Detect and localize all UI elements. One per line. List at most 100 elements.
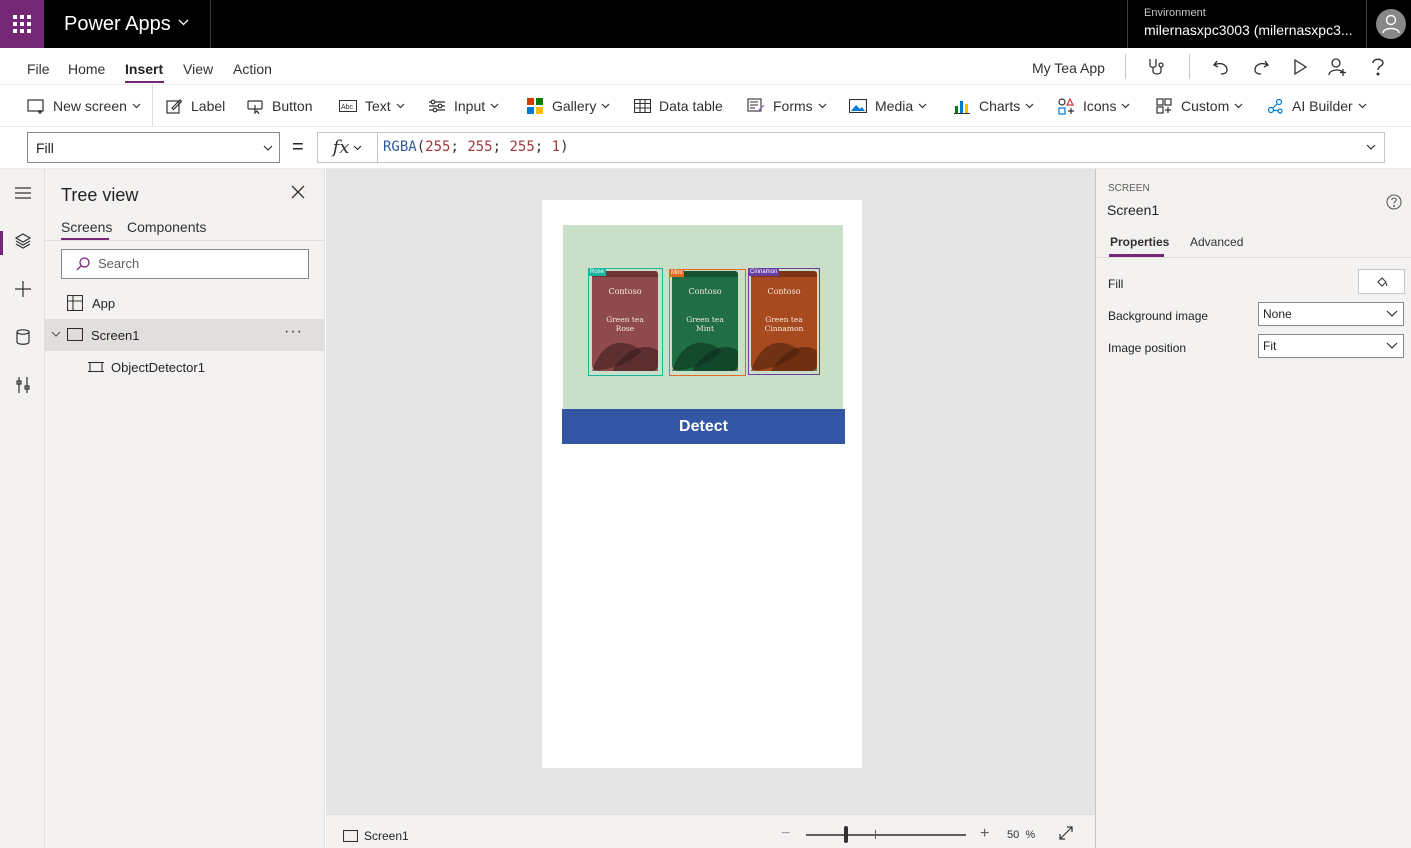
properties-pane: SCREEN Screen1 Properties Advanced Fill … bbox=[1095, 169, 1411, 848]
app-icon bbox=[67, 295, 83, 311]
fill-color-picker[interactable] bbox=[1358, 269, 1405, 294]
formula-arg-blue: 255 bbox=[509, 139, 535, 155]
zoom-slider-thumb[interactable] bbox=[844, 826, 848, 843]
redo-icon[interactable] bbox=[1249, 55, 1273, 79]
image-position-dropdown[interactable]: Fit bbox=[1258, 334, 1404, 358]
object-detector-control[interactable]: Contoso Green tea Rose Rose Contoso Green… bbox=[563, 225, 843, 409]
product-name[interactable]: Power Apps bbox=[64, 13, 171, 36]
ai-builder-dropdown[interactable]: AI Builder bbox=[1266, 96, 1367, 116]
app-checker-stethoscope-icon[interactable] bbox=[1145, 55, 1169, 79]
icons-shapes-icon bbox=[1057, 97, 1075, 115]
tab-components[interactable]: Components bbox=[127, 219, 206, 235]
chevron-down-icon[interactable] bbox=[51, 331, 61, 337]
formula-input[interactable]: fx RGBA(255; 255; 255; 1) bbox=[317, 132, 1385, 163]
tree-item-label: Screen1 bbox=[91, 328, 140, 343]
ai-builder-icon bbox=[1266, 97, 1284, 115]
chevron-down-icon[interactable] bbox=[178, 19, 189, 26]
close-icon[interactable] bbox=[291, 185, 307, 201]
share-user-icon[interactable] bbox=[1326, 55, 1350, 79]
active-menu-indicator bbox=[125, 81, 164, 83]
tree-view-layers-icon[interactable] bbox=[0, 219, 45, 263]
new-screen-button[interactable]: New screen bbox=[27, 96, 141, 116]
zoom-in-icon[interactable]: + bbox=[980, 825, 989, 843]
fit-to-window-icon[interactable] bbox=[1059, 826, 1073, 840]
custom-components-icon bbox=[1155, 97, 1173, 115]
screen1-canvas[interactable]: Contoso Green tea Rose Rose Contoso Green… bbox=[542, 200, 862, 768]
control-name[interactable]: Screen1 bbox=[1107, 202, 1159, 218]
chevron-down-icon bbox=[263, 145, 273, 151]
gallery-dropdown[interactable]: Gallery bbox=[526, 96, 610, 116]
status-bar: Screen1 − + 50 % bbox=[326, 814, 1095, 848]
tree-item-objectdetector1[interactable]: ObjectDetector1 bbox=[45, 351, 325, 383]
insert-plus-icon[interactable] bbox=[0, 267, 45, 311]
current-screen-selector[interactable]: Screen1 bbox=[343, 829, 409, 843]
hamburger-menu-icon[interactable] bbox=[0, 171, 45, 215]
expand-formula-chevron-icon[interactable] bbox=[1366, 144, 1376, 150]
tree-item-label: App bbox=[92, 296, 116, 311]
tree-item-app[interactable]: App bbox=[45, 287, 325, 319]
detect-button[interactable]: Detect bbox=[562, 409, 845, 444]
more-options-icon[interactable]: ··· bbox=[284, 323, 303, 341]
text-dropdown[interactable]: Abc Text bbox=[339, 96, 405, 116]
charts-dropdown[interactable]: Charts bbox=[953, 96, 1034, 116]
media-dropdown[interactable]: Media bbox=[849, 96, 927, 116]
zoom-level: 50 % bbox=[1007, 829, 1035, 841]
tab-properties[interactable]: Properties bbox=[1110, 235, 1169, 249]
input-dropdown[interactable]: Input bbox=[428, 96, 499, 116]
text-dropdown-label: Text bbox=[365, 98, 391, 114]
ai-builder-dropdown-label: AI Builder bbox=[1292, 98, 1353, 114]
fx-function-button[interactable]: fx bbox=[318, 133, 378, 162]
undo-icon[interactable] bbox=[1209, 55, 1233, 79]
app-launcher-waffle-icon[interactable] bbox=[0, 0, 44, 48]
divider bbox=[1189, 54, 1190, 79]
insert-ribbon: New screen Label Button Abc Text Input G… bbox=[0, 85, 1411, 127]
zoom-slider-track[interactable] bbox=[806, 834, 966, 836]
divider bbox=[1096, 257, 1411, 258]
new-screen-label: New screen bbox=[53, 98, 127, 114]
tree-item-screen1[interactable]: Screen1 ··· bbox=[45, 319, 325, 351]
formula-separator: ; bbox=[534, 139, 544, 155]
label-button[interactable]: Label bbox=[165, 96, 225, 116]
fill-label: Fill bbox=[1108, 277, 1124, 291]
help-question-icon[interactable] bbox=[1366, 55, 1390, 79]
formula-arg-red: 255 bbox=[425, 139, 451, 155]
tab-advanced[interactable]: Advanced bbox=[1190, 235, 1243, 249]
zoom-out-icon[interactable]: − bbox=[781, 825, 790, 843]
environment-value: milernasxpc3003 (milernasxpc3... bbox=[1144, 22, 1353, 38]
menu-file[interactable]: File bbox=[27, 61, 50, 77]
search-input[interactable] bbox=[98, 256, 298, 271]
equals-sign: = bbox=[292, 136, 304, 158]
environment-picker[interactable]: Environment milernasxpc3003 (milernasxpc… bbox=[1127, 0, 1367, 48]
formula-separator: ; bbox=[492, 139, 502, 155]
formula-separator: ; bbox=[450, 139, 459, 155]
chevron-down-icon bbox=[132, 103, 141, 109]
tree-search-box bbox=[61, 249, 309, 279]
help-circle-icon[interactable] bbox=[1386, 194, 1402, 210]
formula-close-paren: ) bbox=[560, 139, 569, 155]
data-cylinder-icon[interactable] bbox=[0, 315, 45, 359]
app-title[interactable]: My Tea App bbox=[1032, 60, 1105, 76]
background-image-dropdown[interactable]: None bbox=[1258, 302, 1404, 326]
user-avatar-icon[interactable] bbox=[1376, 9, 1406, 39]
play-preview-icon[interactable] bbox=[1288, 55, 1312, 79]
forms-icon bbox=[747, 97, 765, 115]
property-dropdown[interactable]: Fill bbox=[27, 132, 280, 163]
menu-insert[interactable]: Insert bbox=[125, 61, 163, 77]
menu-view[interactable]: View bbox=[183, 61, 213, 77]
tab-screens[interactable]: Screens bbox=[61, 219, 112, 235]
advanced-tools-icon[interactable] bbox=[0, 363, 45, 407]
control-type: SCREEN bbox=[1108, 183, 1150, 194]
forms-dropdown[interactable]: Forms bbox=[747, 96, 827, 116]
charts-bar-icon bbox=[953, 97, 971, 115]
menu-action[interactable]: Action bbox=[233, 61, 272, 77]
detection-box-cinnamon: Cinnamon bbox=[748, 268, 820, 375]
data-table-button[interactable]: Data table bbox=[633, 96, 723, 116]
screen-icon bbox=[343, 830, 358, 842]
chevron-down-icon bbox=[818, 103, 827, 109]
menu-home[interactable]: Home bbox=[68, 61, 105, 77]
icons-dropdown[interactable]: Icons bbox=[1057, 96, 1130, 116]
custom-dropdown[interactable]: Custom bbox=[1155, 96, 1243, 116]
chevron-down-icon bbox=[490, 103, 499, 109]
search-icon bbox=[76, 257, 90, 271]
button-button[interactable]: Button bbox=[246, 96, 312, 116]
